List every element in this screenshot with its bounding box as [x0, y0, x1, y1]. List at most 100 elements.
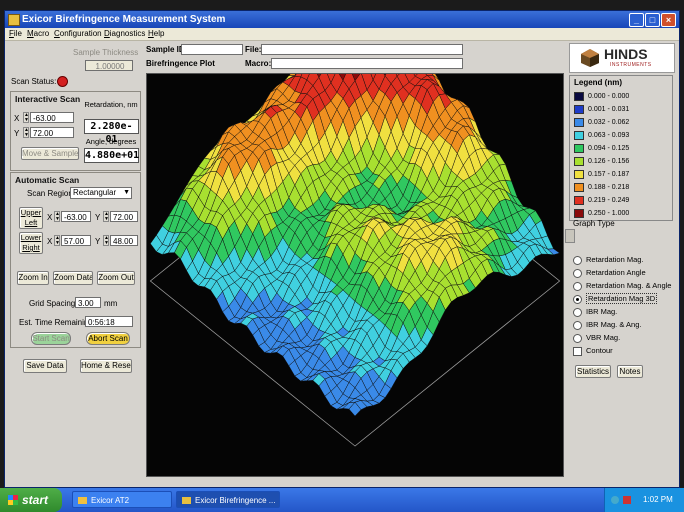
start-scan-button[interactable]: Start Scan — [31, 332, 71, 345]
interactive-scan-title: Interactive Scan — [15, 94, 81, 104]
graph-type-label: Retardation Angle — [586, 268, 646, 277]
radio-graph-type[interactable]: IBR Mag. — [573, 307, 617, 317]
radio-graph-type[interactable]: Retardation Angle — [573, 268, 646, 278]
graph-type-title: Graph Type — [573, 219, 615, 228]
zoom-data-button[interactable]: Zoom Data — [53, 271, 93, 285]
lower-right-x-input[interactable]: 57.00 — [61, 235, 91, 246]
legend-item: 0.250 - 1.000 — [574, 208, 629, 219]
radio-graph-type[interactable]: Retardation Mag 3D — [573, 293, 658, 304]
window-title: Exicor Birefringence Measurement System — [22, 14, 226, 25]
app-task-icon — [182, 497, 191, 505]
radio-graph-type[interactable]: Retardation Mag. & Angle — [573, 281, 671, 291]
menu-help[interactable]: Help — [148, 29, 164, 38]
legend-swatch — [574, 130, 584, 140]
macro-label: Macro: — [245, 59, 272, 68]
legend-swatch — [574, 195, 584, 205]
legend-swatch — [574, 182, 584, 192]
interactive-x-input[interactable]: -63.00 — [30, 112, 74, 123]
radio-icon[interactable] — [573, 333, 582, 343]
hinds-logo: HINDS INSTRUMENTS — [569, 43, 675, 73]
menu-configuration[interactable]: Configuration — [54, 29, 102, 38]
clock[interactable]: 1:02 PM — [643, 488, 673, 512]
network-icon[interactable] — [611, 496, 619, 504]
grid-spacing-input[interactable]: 3.00 — [75, 297, 101, 308]
graph-type-label: IBR Mag. — [586, 307, 618, 316]
legend-item: 0.157 - 0.187 — [574, 169, 629, 180]
minimize-button[interactable]: _ — [629, 13, 644, 27]
move-and-sample-button[interactable]: Move & Sample — [21, 147, 79, 160]
close-button[interactable]: × — [661, 13, 676, 27]
lr-y-label: Y — [95, 237, 101, 246]
radio-icon[interactable] — [573, 294, 582, 304]
radio-icon[interactable] — [573, 281, 582, 291]
birefringence-3d-surface — [149, 74, 561, 447]
legend-item: 0.063 - 0.093 — [574, 130, 629, 141]
interactive-y-input[interactable]: 72.00 — [30, 127, 74, 138]
lr-y-spinner[interactable]: ▲ ▼ — [103, 235, 109, 246]
legend-label: 0.063 - 0.093 — [588, 132, 630, 139]
notes-button[interactable]: Notes — [617, 365, 643, 378]
legend-label: 0.188 - 0.218 — [588, 184, 630, 191]
ul-x-spinner[interactable]: ▲ ▼ — [54, 211, 60, 222]
statistics-button[interactable]: Statistics — [575, 365, 611, 378]
radio-graph-type[interactable]: IBR Mag. & Ang. — [573, 320, 641, 330]
file-label: File: — [245, 45, 262, 54]
start-label: start — [22, 493, 49, 507]
plot-area[interactable] — [146, 73, 564, 477]
security-icon[interactable] — [623, 496, 631, 504]
upper-left-button[interactable]: Upper Left — [19, 207, 43, 229]
scroll-handle[interactable] — [565, 229, 575, 243]
save-data-button[interactable]: Save Data — [23, 359, 67, 373]
folder-icon — [78, 497, 87, 505]
graph-type-label: Retardation Mag 3D — [586, 293, 658, 304]
time-remaining-field: 0:56:18 — [85, 316, 133, 327]
chevron-down-icon[interactable]: ▼ — [123, 188, 130, 198]
home-reset-button[interactable]: Home & Reset — [80, 359, 132, 373]
menu-file[interactable]: File — [9, 29, 22, 38]
file-field[interactable] — [261, 44, 463, 55]
radio-icon[interactable] — [573, 320, 582, 330]
title-bar[interactable]: Exicor Birefringence Measurement System … — [5, 11, 679, 28]
y-spinner[interactable]: ▲ ▼ — [23, 127, 29, 138]
maximize-button[interactable]: □ — [645, 13, 660, 27]
system-tray: 1:02 PM — [604, 488, 684, 512]
lower-right-y-input[interactable]: 48.00 — [110, 235, 138, 246]
scan-region-value: Rectangular — [73, 188, 117, 197]
abort-scan-button[interactable]: Abort Scan — [86, 332, 130, 345]
menu-diagnostics[interactable]: Diagnostics — [104, 29, 145, 38]
graph-type-label: IBR Mag. & Ang. — [586, 320, 642, 329]
time-remaining-label: Est. Time Remaining — [19, 318, 93, 327]
sample-id-field[interactable] — [181, 44, 243, 55]
upper-left-x-input[interactable]: -63.00 — [61, 211, 91, 222]
radio-icon[interactable] — [573, 255, 582, 265]
legend-label: 0.219 - 0.249 — [588, 197, 630, 204]
scan-region-label: Scan Region — [27, 189, 73, 198]
radio-graph-type[interactable]: VBR Mag. — [573, 333, 620, 343]
ul-y-spinner[interactable]: ▲ ▼ — [103, 211, 109, 222]
task-exicor-at2[interactable]: Exicor AT2 — [72, 491, 172, 508]
retardation-value: 2.280e-01 — [84, 119, 139, 145]
graph-type-label: Contour — [586, 346, 613, 355]
lower-right-button[interactable]: Lower Right — [19, 232, 43, 254]
scan-region-select[interactable]: Rectangular ▼ — [70, 187, 132, 199]
task-exicor-birefringence[interactable]: Exicor Birefringence ... — [176, 491, 280, 508]
lr-x-spinner[interactable]: ▲ ▼ — [54, 235, 60, 246]
radio-graph-type[interactable]: Retardation Mag. — [573, 255, 644, 265]
zoom-in-button[interactable]: Zoom In — [17, 271, 49, 285]
legend-label: 0.126 - 0.156 — [588, 158, 630, 165]
upper-left-y-input[interactable]: 72.00 — [110, 211, 138, 222]
zoom-out-button[interactable]: Zoom Out — [97, 271, 135, 285]
radio-icon[interactable] — [573, 307, 582, 317]
macro-field[interactable] — [271, 58, 463, 69]
checkbox-icon[interactable] — [573, 346, 582, 356]
x-spinner[interactable]: ▲ ▼ — [23, 112, 29, 123]
legend-label: 0.001 - 0.031 — [588, 106, 630, 113]
radio-icon[interactable] — [573, 268, 582, 278]
taskbar: start Exicor AT2 Exicor Birefringence ..… — [0, 488, 684, 512]
legend-label: 0.250 - 1.000 — [588, 210, 630, 217]
start-button[interactable]: start — [0, 488, 62, 512]
scan-status-label: Scan Status: — [11, 77, 57, 86]
checkbox-graph-type[interactable]: Contour — [573, 346, 613, 356]
menu-macro[interactable]: Macro — [27, 29, 49, 38]
y-label: Y — [14, 129, 20, 138]
